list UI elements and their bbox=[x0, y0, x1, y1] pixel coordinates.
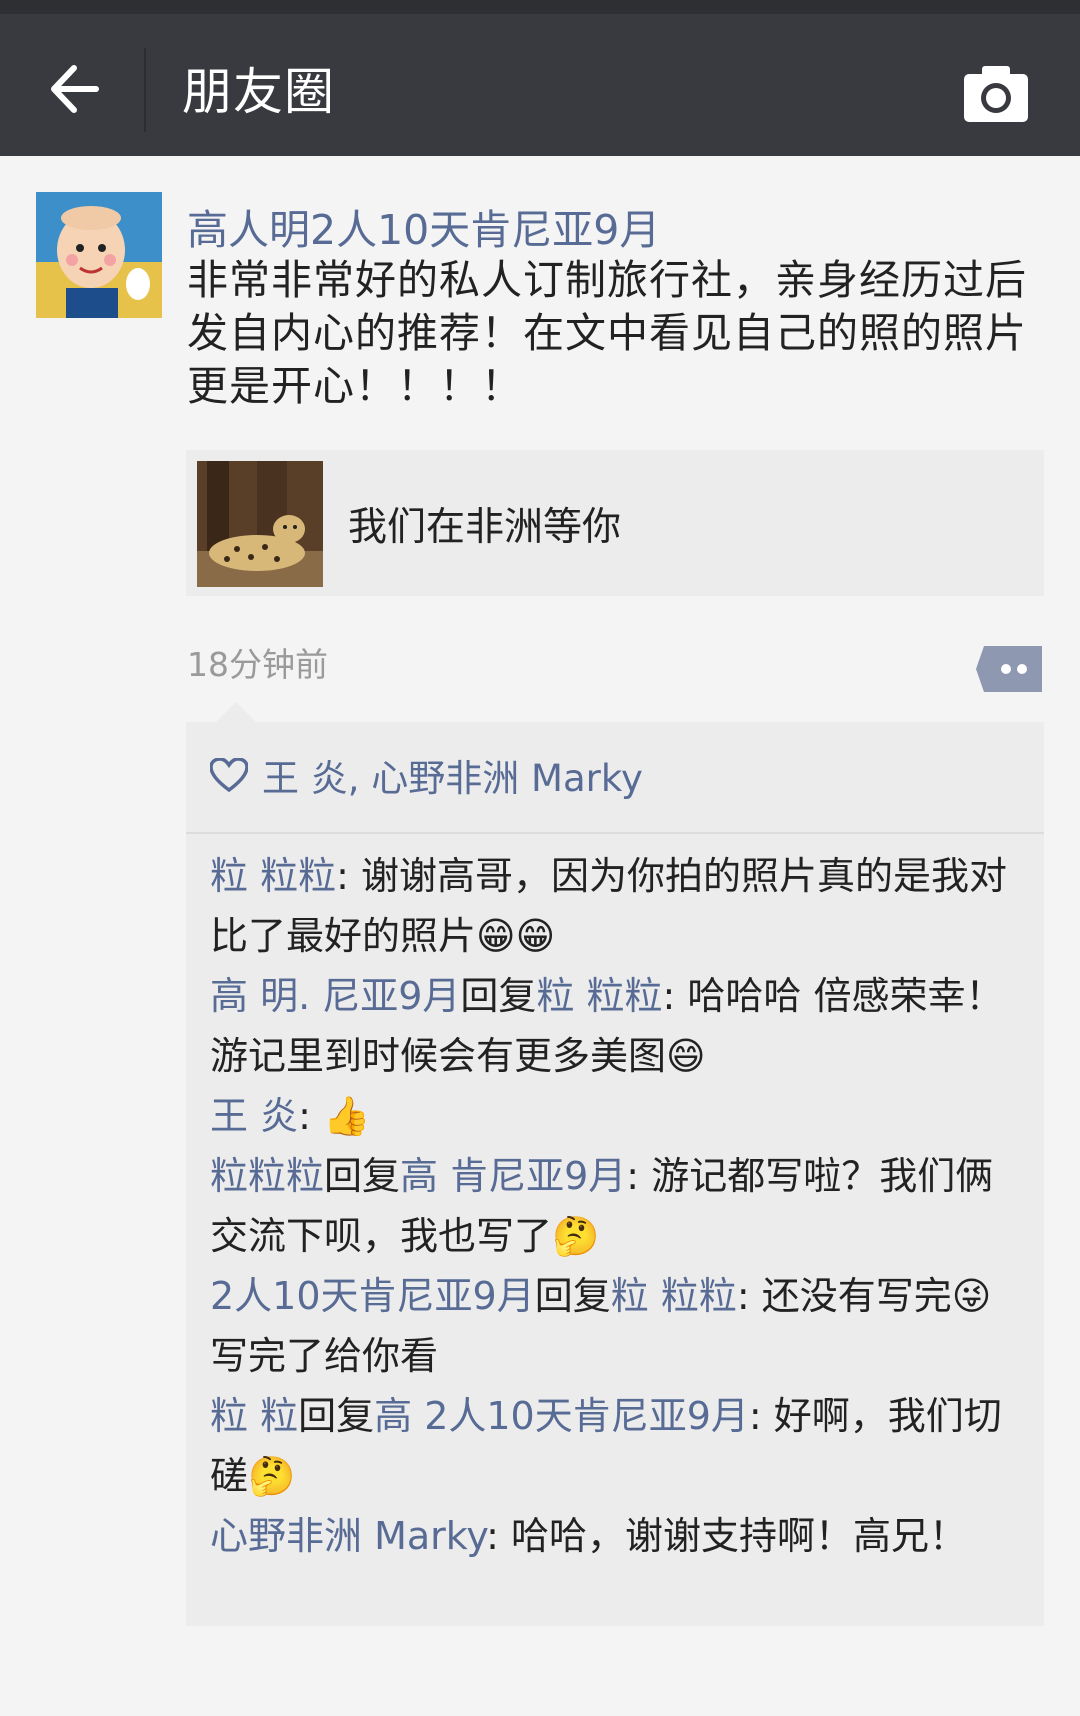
comment-author[interactable]: 心野非洲 Marky bbox=[210, 1514, 486, 1558]
comment-author[interactable]: 粒粒粒 bbox=[210, 1154, 324, 1198]
likes-divider bbox=[186, 832, 1044, 834]
moment-post: 高人明2人10天肯尼亚9月 非常非常好的私人订制旅行社，亲身经历过后发自内心的推… bbox=[0, 156, 1080, 1710]
comment-emoji: 😜 bbox=[951, 1274, 992, 1318]
avatar[interactable] bbox=[36, 192, 162, 318]
comments-box: 王 炎, 心野非洲 Marky 粒 粒粒: 谢谢高哥，因为你拍的照片真的是我对比… bbox=[186, 722, 1044, 1626]
comments-pointer bbox=[216, 702, 256, 722]
reply-target[interactable]: 高 肯尼亚9月 bbox=[400, 1154, 626, 1198]
reply-target[interactable]: 粒 粒粒 bbox=[536, 974, 662, 1018]
reply-word: 回复 bbox=[460, 974, 537, 1018]
comment-item[interactable]: 王 炎: 👍 bbox=[210, 1086, 1026, 1146]
link-title: 我们在非洲等你 bbox=[348, 505, 622, 550]
comment-author[interactable]: 粒 粒粒 bbox=[210, 854, 336, 898]
comment-author[interactable]: 2人10天肯尼亚9月 bbox=[210, 1274, 535, 1318]
link-thumbnail bbox=[197, 461, 323, 587]
post-timestamp: 18分钟前 bbox=[187, 645, 328, 684]
reply-word: 回复 bbox=[298, 1394, 375, 1438]
comment-item[interactable]: 粒粒粒回复高 肯尼亚9月: 游记都写啦？我们俩交流下呗，我也写了🤔 bbox=[210, 1146, 1026, 1266]
reply-word: 回复 bbox=[324, 1154, 401, 1198]
camera-icon[interactable] bbox=[962, 64, 1030, 124]
comment-author[interactable]: 粒 粒 bbox=[210, 1394, 298, 1438]
likes-names[interactable]: 王 炎, 心野非洲 Marky bbox=[262, 748, 643, 802]
comment-separator: : bbox=[298, 1094, 323, 1138]
comment-emoji: 😁😁 bbox=[476, 914, 556, 958]
status-bar bbox=[0, 0, 1080, 14]
comment-item[interactable]: 2人10天肯尼亚9月回复粒 粒粒: 还没有写完😜 写完了给你看 bbox=[210, 1266, 1026, 1386]
post-author[interactable]: 高人明2人10天肯尼亚9月 bbox=[187, 196, 660, 256]
reply-target[interactable]: 粒 粒粒 bbox=[611, 1274, 737, 1318]
comment-separator: : bbox=[626, 1154, 652, 1198]
comment-text-continued: 写完了给你看 bbox=[210, 1334, 439, 1378]
comment-separator: : bbox=[662, 974, 688, 1018]
page-title: 朋友圈 bbox=[182, 63, 335, 121]
comment-author[interactable]: 王 炎 bbox=[210, 1094, 298, 1138]
comment-text: 哈哈，谢谢支持啊！高兄！ bbox=[511, 1514, 968, 1558]
comment-separator: : bbox=[736, 1274, 762, 1318]
nav-bar: 朋友圈 bbox=[0, 14, 1080, 156]
comment-emoji: 👍 bbox=[322, 1094, 371, 1138]
comment-item[interactable]: 粒 粒回复高 2人10天肯尼亚9月: 好啊，我们切磋🤔 bbox=[210, 1386, 1026, 1506]
comment-emoji: 😄 bbox=[666, 1034, 706, 1078]
comment-separator: : bbox=[748, 1394, 774, 1438]
comment-text: 还没有写完 bbox=[761, 1274, 952, 1318]
post-text: 非常非常好的私人订制旅行社，亲身经历过后发自内心的推荐！在文中看见自己的照的照片… bbox=[187, 256, 1027, 410]
heart-icon bbox=[210, 758, 248, 792]
comment-emoji: 🤔 bbox=[552, 1214, 600, 1258]
comment-item[interactable]: 粒 粒粒: 谢谢高哥，因为你拍的照片真的是我对比了最好的照片😁😁 bbox=[210, 846, 1026, 966]
more-icon[interactable] bbox=[976, 646, 1044, 692]
comment-item[interactable]: 高 明. 尼亚9月回复粒 粒粒: 哈哈哈 倍感荣幸！游记里到时候会有更多美图😄 bbox=[210, 966, 1026, 1086]
link-card[interactable]: 我们在非洲等你 bbox=[186, 450, 1044, 596]
comment-emoji: 🤔 bbox=[248, 1454, 296, 1498]
likes-row: 王 炎, 心野非洲 Marky bbox=[210, 748, 643, 802]
comment-list: 粒 粒粒: 谢谢高哥，因为你拍的照片真的是我对比了最好的照片😁😁 高 明. 尼亚9… bbox=[210, 846, 1026, 1566]
reply-word: 回复 bbox=[534, 1274, 611, 1318]
comment-separator: : bbox=[486, 1514, 512, 1558]
arrow-left-icon[interactable] bbox=[44, 60, 102, 118]
comment-author[interactable]: 高 明. 尼亚9月 bbox=[210, 974, 460, 1018]
comment-separator: : bbox=[336, 854, 361, 898]
comment-item[interactable]: 心野非洲 Marky: 哈哈，谢谢支持啊！高兄！ bbox=[210, 1506, 1026, 1566]
nav-divider bbox=[144, 48, 146, 132]
reply-target[interactable]: 高 2人10天肯尼亚9月 bbox=[374, 1394, 749, 1438]
